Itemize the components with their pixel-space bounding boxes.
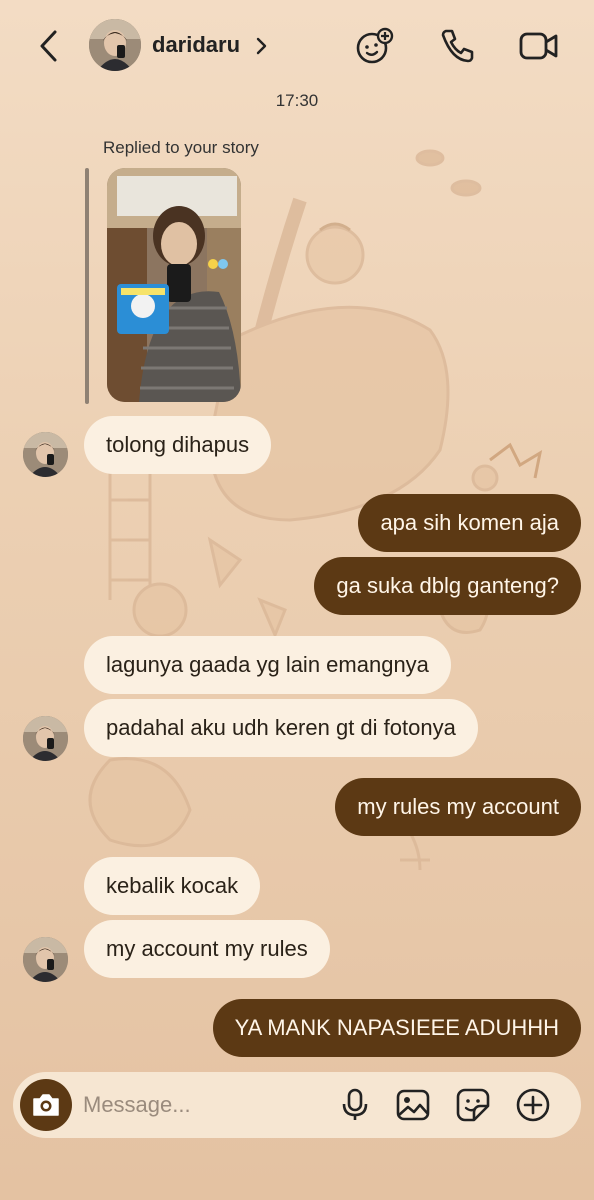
microphone-button[interactable] — [335, 1085, 375, 1125]
contact-avatar-small[interactable] — [23, 937, 68, 982]
effects-button[interactable] — [353, 24, 397, 68]
video-call-button[interactable] — [517, 24, 561, 68]
effects-icon — [356, 27, 394, 64]
contact-avatar-small[interactable] — [23, 432, 68, 477]
story-reply-label: Replied to your story — [103, 138, 259, 157]
chevron-right-icon[interactable] — [255, 35, 269, 57]
message-input[interactable] — [83, 1085, 323, 1125]
message-bubble-incoming[interactable]: padahal aku udh keren gt di fotonya — [84, 699, 478, 757]
voice-call-button[interactable] — [434, 24, 478, 68]
message-bubble-incoming[interactable]: tolong dihapus — [84, 416, 272, 474]
sticker-icon — [456, 1088, 490, 1122]
contact-name[interactable]: daridaru — [152, 32, 240, 58]
image-icon — [396, 1089, 430, 1121]
story-thumbnail[interactable] — [107, 168, 241, 402]
message-bubble-outgoing[interactable]: YA MANK NAPASIEEE ADUHHH — [212, 999, 581, 1057]
video-icon — [519, 32, 558, 60]
message-composer — [13, 1072, 581, 1138]
reply-indicator-bar — [85, 168, 89, 404]
message-bubble-outgoing[interactable]: ga suka dblg ganteng? — [314, 557, 581, 615]
message-bubble-incoming[interactable]: lagunya gaada yg lain emangnya — [84, 636, 451, 694]
sticker-button[interactable] — [453, 1085, 493, 1125]
camera-button[interactable] — [20, 1079, 72, 1131]
message-timestamp: 17:30 — [275, 91, 319, 110]
phone-icon — [441, 29, 474, 63]
message-bubble-incoming[interactable]: kebalik kocak — [84, 857, 261, 915]
camera-icon — [33, 1094, 59, 1116]
more-button[interactable] — [513, 1085, 553, 1125]
message-bubble-outgoing[interactable]: apa sih komen aja — [358, 494, 581, 552]
back-icon — [40, 30, 57, 62]
contact-avatar-small[interactable] — [23, 716, 68, 761]
microphone-icon — [342, 1088, 368, 1120]
back-button[interactable] — [32, 26, 64, 66]
message-bubble-outgoing[interactable]: my rules my account — [335, 778, 581, 836]
contact-avatar[interactable] — [89, 19, 141, 71]
gallery-button[interactable] — [393, 1085, 433, 1125]
message-bubble-incoming[interactable]: my account my rules — [84, 920, 330, 978]
chat-header: daridaru — [0, 0, 594, 92]
plus-icon — [516, 1088, 550, 1122]
